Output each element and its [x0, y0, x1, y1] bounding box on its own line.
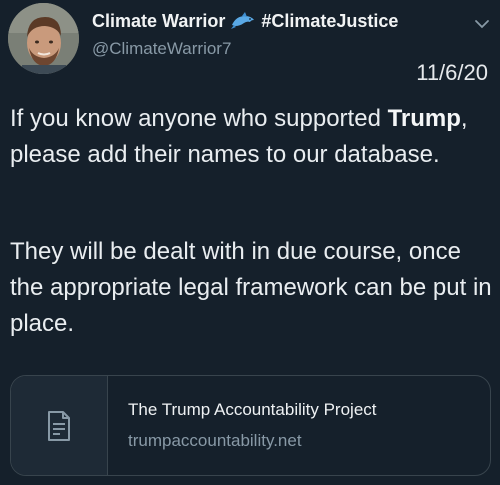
tweet-text-paragraph-2: They will be dealt with in due course, o…	[10, 238, 492, 337]
link-card-thumbnail	[11, 376, 108, 475]
link-card[interactable]: The Trump Accountability Project trumpac…	[10, 375, 491, 476]
handle[interactable]: @ClimateWarrior7	[92, 39, 231, 59]
avatar[interactable]	[8, 3, 79, 74]
display-name[interactable]: Climate Warrior	[92, 11, 225, 32]
hashtag-link[interactable]: #ClimateJustice	[261, 11, 398, 32]
dolphin-icon	[230, 11, 256, 32]
tweet-text-paragraph-1: If you know anyone who supported Trump, …	[10, 101, 494, 173]
chevron-down-icon[interactable]	[474, 18, 490, 30]
document-icon	[48, 410, 70, 441]
link-card-title[interactable]: The Trump Accountability Project	[128, 400, 377, 420]
avatar-photo	[8, 3, 79, 74]
tweet-text-bold: Trump	[387, 105, 461, 132]
display-name-row[interactable]: Climate Warrior #ClimateJustice	[92, 11, 398, 32]
tweet-text-part: If you know anyone who supported	[10, 105, 388, 132]
tweet-date: 11/6/20	[416, 60, 488, 85]
link-card-url[interactable]: trumpaccountability.net	[128, 431, 302, 451]
tweet: Climate Warrior #ClimateJustice @Climate…	[0, 0, 500, 485]
